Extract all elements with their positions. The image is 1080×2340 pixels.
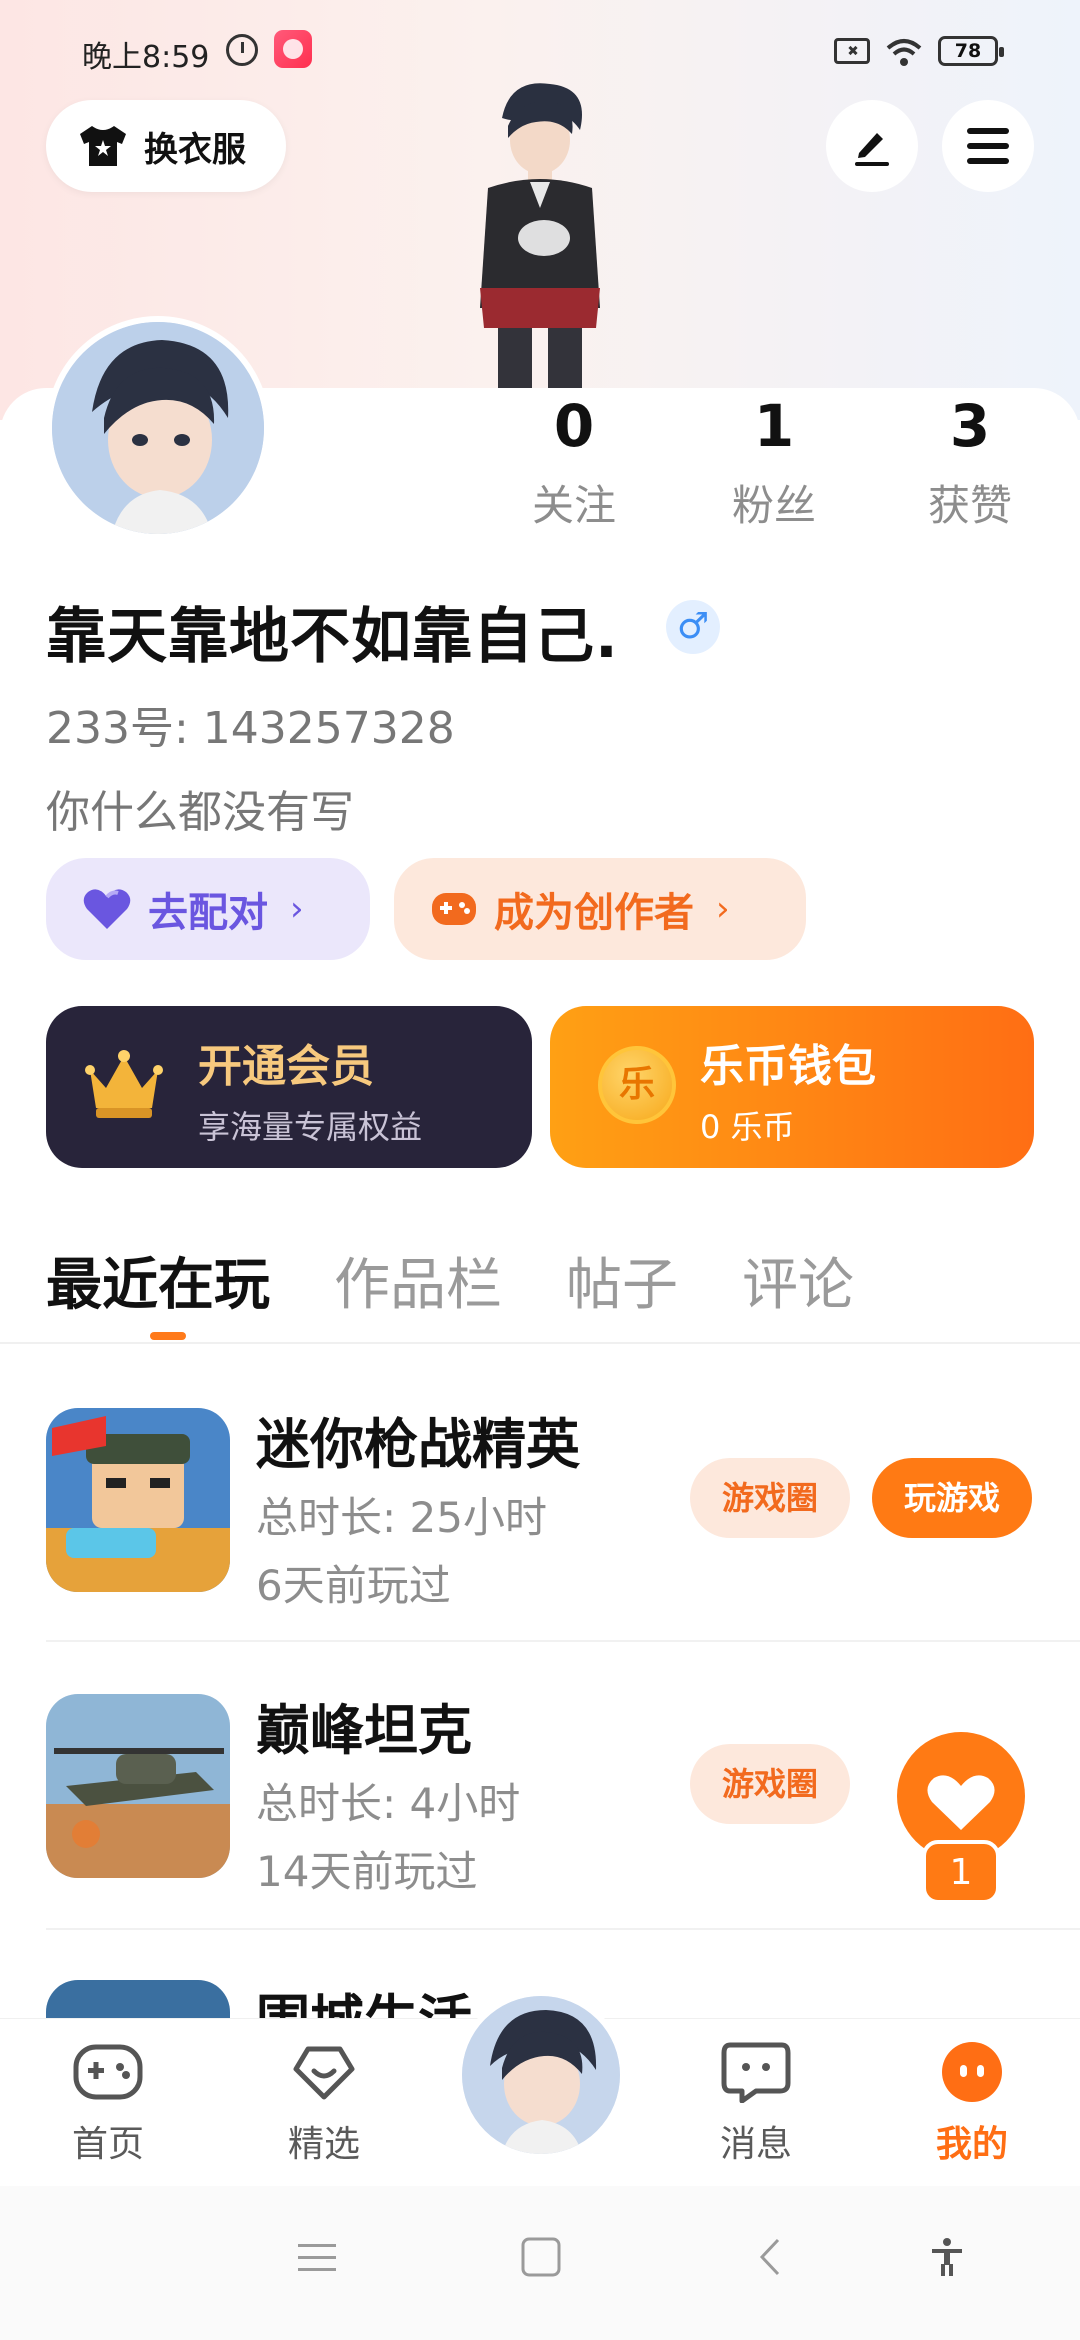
pencil-icon bbox=[855, 133, 889, 166]
tab-comments[interactable]: 评论 bbox=[742, 1240, 854, 1321]
tab-indicator bbox=[150, 1332, 186, 1340]
row-divider bbox=[46, 1640, 1080, 1642]
game-name: 迷你枪战精英 bbox=[256, 1413, 580, 1476]
user-id[interactable]: 233号: 143257328 bbox=[46, 692, 455, 756]
game-last-played: 6天前玩过 bbox=[256, 1561, 451, 1610]
followers-label: 粉丝 bbox=[731, 481, 816, 530]
chevron-right-icon: › bbox=[716, 889, 730, 929]
shirt-icon bbox=[80, 126, 126, 166]
gamepad-icon bbox=[73, 2044, 143, 2100]
change-outfit-button[interactable]: 换衣服 bbox=[46, 100, 286, 192]
smile-face-icon bbox=[942, 2042, 1002, 2102]
status-time: 晚上8:59 bbox=[82, 40, 210, 75]
heart-icon bbox=[83, 889, 131, 929]
gamepad-icon bbox=[432, 893, 476, 925]
nav-featured-label: 精选 bbox=[287, 2124, 360, 2165]
become-creator-label: 成为创作者 bbox=[494, 890, 694, 936]
chat-bubble-icon bbox=[721, 2042, 791, 2104]
game-circle-button[interactable]: 游戏圈 bbox=[690, 1744, 850, 1824]
wifi-icon bbox=[886, 39, 922, 66]
like-count: 1 bbox=[949, 1852, 973, 1893]
nav-home-label: 首页 bbox=[71, 2124, 144, 2165]
avatar-image bbox=[52, 322, 264, 534]
match-label: 去配对 bbox=[148, 890, 268, 936]
nav-home[interactable]: 首页 bbox=[38, 2041, 178, 2167]
game-duration: 总时长: 25小时 bbox=[256, 1493, 547, 1542]
followers-count: 1 bbox=[753, 392, 795, 460]
vip-subtitle: 享海量专属权益 bbox=[198, 1108, 423, 1146]
following-count: 0 bbox=[553, 392, 595, 460]
game-row[interactable]: 迷你枪战精英 总时长: 25小时 6天前玩过 游戏圈 玩游戏 bbox=[46, 1408, 1046, 1610]
play-game-button[interactable]: 玩游戏 bbox=[872, 1458, 1032, 1538]
game-circle-button[interactable]: 游戏圈 bbox=[690, 1458, 850, 1538]
system-nav-bar bbox=[0, 2186, 1080, 2340]
stat-followers[interactable]: 1 粉丝 bbox=[684, 390, 864, 533]
menu-button[interactable] bbox=[942, 100, 1034, 192]
avatar-image bbox=[462, 1996, 620, 2154]
stat-following[interactable]: 0 关注 bbox=[484, 390, 664, 533]
stat-likes[interactable]: 3 获赞 bbox=[880, 390, 1060, 533]
floating-like-button[interactable]: 1 bbox=[886, 1730, 1036, 1910]
alarm-icon bbox=[226, 34, 258, 66]
tab-recently-played[interactable]: 最近在玩 bbox=[46, 1240, 270, 1321]
username: 靠天靠地不如靠自己. bbox=[46, 602, 619, 672]
back-icon[interactable] bbox=[750, 2236, 792, 2278]
accessibility-icon[interactable] bbox=[926, 2236, 968, 2278]
game-icon-peak-tank bbox=[46, 1694, 230, 1878]
recent-apps-icon[interactable] bbox=[296, 2236, 338, 2278]
crown-icon bbox=[85, 1050, 163, 1118]
become-creator-button[interactable]: 成为创作者 › bbox=[394, 858, 806, 960]
app-notification-icon bbox=[274, 30, 312, 68]
bio[interactable]: 你什么都没有写 bbox=[46, 776, 354, 840]
vip-title: 开通会员 bbox=[198, 1041, 374, 1092]
wallet-title: 乐币钱包 bbox=[700, 1041, 876, 1092]
nav-me[interactable]: 我的 bbox=[902, 2041, 1042, 2167]
likes-count: 3 bbox=[949, 392, 991, 460]
tab-posts[interactable]: 帖子 bbox=[566, 1240, 678, 1321]
avatar-3d-figure[interactable] bbox=[440, 78, 640, 398]
wallet-balance: 0 乐币 bbox=[700, 1108, 795, 1146]
home-icon[interactable] bbox=[520, 2236, 562, 2278]
game-icon-mini-gun bbox=[46, 1408, 230, 1592]
match-button[interactable]: 去配对 › bbox=[46, 858, 370, 960]
nav-messages[interactable]: 消息 bbox=[686, 2041, 826, 2167]
male-icon: ♂ bbox=[666, 600, 720, 654]
game-last-played: 14天前玩过 bbox=[256, 1847, 478, 1896]
nav-me-label: 我的 bbox=[935, 2124, 1008, 2165]
change-outfit-label: 换衣服 bbox=[144, 129, 246, 170]
nav-messages-label: 消息 bbox=[719, 2124, 792, 2165]
content-tabs: 最近在玩 作品栏 帖子 评论 bbox=[46, 1240, 918, 1321]
tab-works[interactable]: 作品栏 bbox=[334, 1240, 502, 1321]
game-duration: 总时长: 4小时 bbox=[256, 1779, 521, 1828]
vip-membership-card[interactable]: 开通会员 享海量专属权益 bbox=[46, 1006, 532, 1168]
heart-diamond-icon bbox=[293, 2046, 355, 2100]
following-label: 关注 bbox=[531, 481, 616, 530]
row-divider bbox=[46, 1928, 1080, 1930]
nav-avatar-button[interactable] bbox=[456, 1990, 626, 2160]
menu-icon bbox=[967, 128, 1009, 164]
wallet-card[interactable]: 乐 乐币钱包 0 乐币 bbox=[550, 1006, 1034, 1168]
chevron-right-icon: › bbox=[290, 889, 304, 929]
coin-icon: 乐 bbox=[598, 1046, 676, 1124]
nav-featured[interactable]: 精选 bbox=[254, 2041, 394, 2167]
edit-profile-button[interactable] bbox=[826, 100, 918, 192]
game-name: 巅峰坦克 bbox=[256, 1699, 472, 1762]
game-name: 围城生活 bbox=[256, 1980, 472, 2018]
game-icon-siege-life bbox=[46, 1980, 230, 2018]
tab-divider bbox=[0, 1342, 1080, 1344]
likes-label: 获赞 bbox=[927, 481, 1012, 530]
no-sim-icon bbox=[834, 38, 870, 64]
profile-avatar[interactable] bbox=[46, 316, 270, 540]
battery-icon: 78 bbox=[938, 36, 1004, 66]
